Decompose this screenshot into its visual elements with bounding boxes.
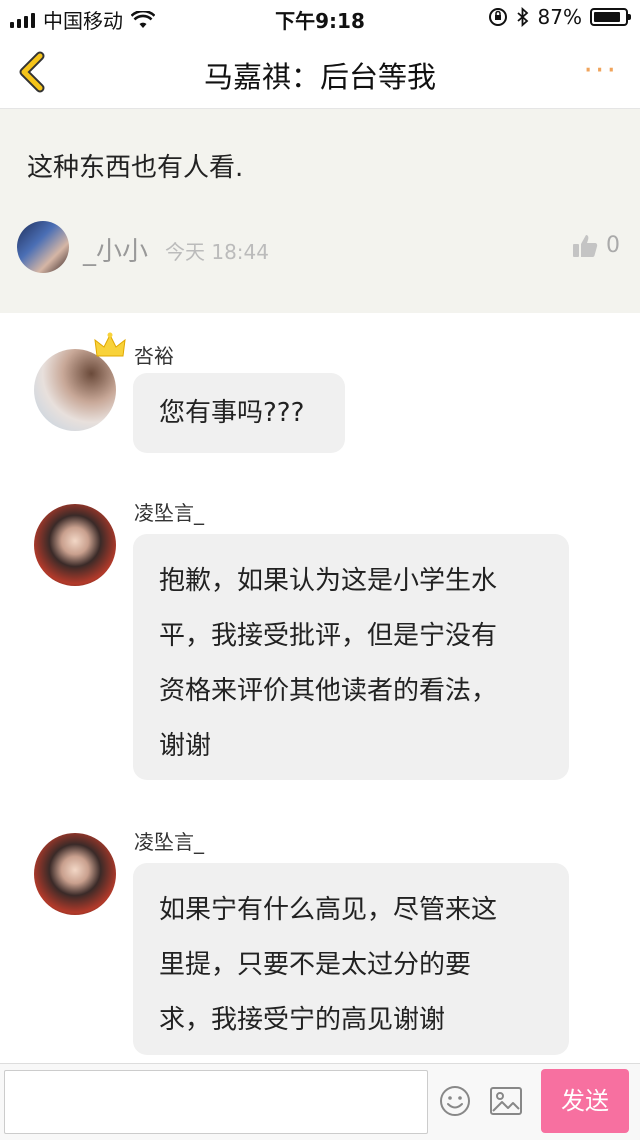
comment-line: 您有事吗??? (159, 398, 305, 428)
battery-icon (590, 8, 631, 26)
avatar[interactable] (34, 833, 116, 915)
post-meta: _小小 今天 18:44 0 (17, 221, 620, 275)
like-count: 0 (606, 233, 620, 258)
comment-line: 求，我接受宁的高见谢谢 (159, 1005, 446, 1035)
page-title: 马嘉祺：后台等我 (203, 60, 436, 94)
comment-input[interactable] (4, 1070, 428, 1134)
image-icon[interactable] (490, 1087, 522, 1115)
orientation-lock-icon (488, 8, 507, 26)
send-button[interactable]: 发送 (541, 1069, 629, 1133)
avatar[interactable] (17, 221, 69, 273)
post-time: 今天 18:44 (165, 240, 269, 264)
comment-line: 平，我接受批评，但是宁没有 (159, 621, 498, 651)
comment-line: 资格来评价其他读者的看法， (159, 676, 498, 706)
post-author[interactable]: _小小 (83, 231, 148, 268)
comment-line: 如果宁有什么高见，尽管来这 (159, 895, 498, 925)
comment-author[interactable]: 凌坠言_ (134, 497, 204, 526)
status-right: 87% (488, 5, 631, 29)
comment-bubble: 抱歉，如果认为这是小学生水 平，我接受批评，但是宁没有 资格来评价其他读者的看法… (133, 534, 569, 780)
comment-input-bar: 发送 (0, 1063, 640, 1140)
comment-bubble: 如果宁有什么高见，尽管来这 里提，只要不是太过分的要 求，我接受宁的高见谢谢 (133, 863, 569, 1055)
bluetooth-icon (516, 7, 528, 27)
post-card: 这种东西也有人看. _小小 今天 18:44 0 (0, 109, 640, 313)
nav-bar: 马嘉祺：后台等我 ··· (0, 36, 640, 109)
comment-line: 抱歉，如果认为这是小学生水 (159, 566, 498, 596)
battery-percent: 87% (537, 5, 582, 29)
thumbs-up-icon (573, 234, 598, 257)
comment-author[interactable]: 呇裕 (134, 340, 174, 369)
post-text: 这种东西也有人看. (27, 153, 244, 183)
avatar[interactable] (34, 504, 116, 586)
battery-fill (594, 12, 621, 22)
emoji-icon[interactable] (439, 1085, 471, 1117)
comment-line: 谢谢 (159, 731, 212, 761)
comment-bubble: 您有事吗??? (133, 373, 345, 453)
like-button[interactable]: 0 (572, 233, 620, 258)
status-bar: 中国移动 下午9:18 87% (0, 0, 640, 36)
more-dots-icon[interactable]: ··· (583, 56, 618, 86)
comment-author[interactable]: 凌坠言_ (134, 826, 204, 855)
crown-icon (94, 332, 126, 357)
comment-line: 里提，只要不是太过分的要 (159, 950, 472, 980)
